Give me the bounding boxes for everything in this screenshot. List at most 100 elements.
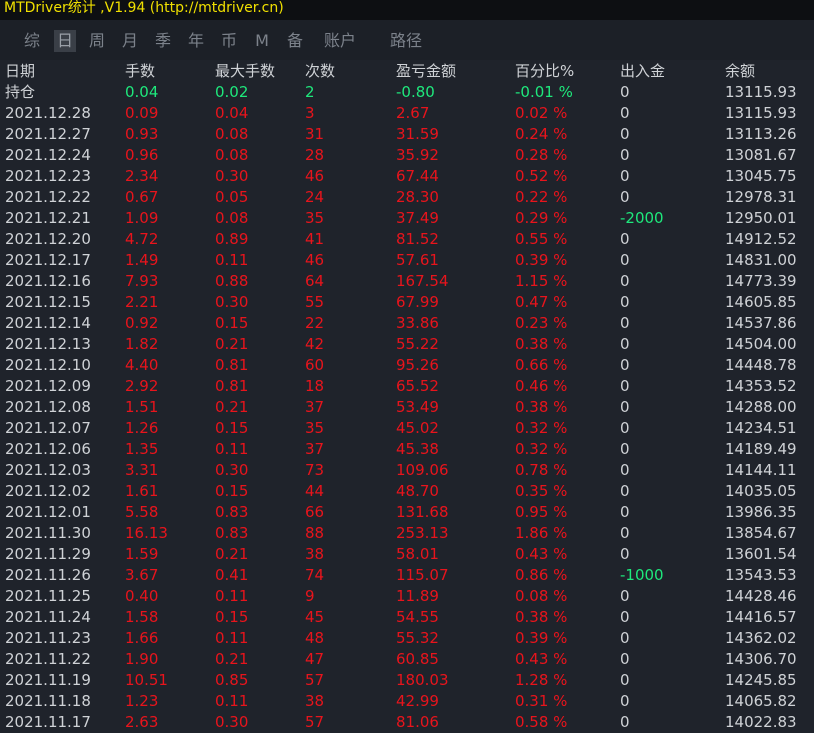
cell-deposit: 0	[620, 713, 630, 731]
cell-percent: 1.28 %	[515, 671, 568, 689]
cell-date: 2021.11.24	[5, 608, 91, 626]
cell-lots: 5.58	[125, 503, 159, 521]
cell-count: 46	[305, 167, 325, 185]
cell-date: 2021.12.02	[5, 482, 91, 500]
cell-max-lots: 0.15	[215, 419, 249, 437]
cell-count: 38	[305, 545, 325, 563]
cell-percent: 1.15 %	[515, 272, 568, 290]
cell-date: 2021.12.06	[5, 440, 91, 458]
cell-lots: 0.93	[125, 125, 159, 143]
cell-max-lots: 0.11	[215, 692, 249, 710]
cell-percent: 1.86 %	[515, 524, 568, 542]
cell-lots: 1.35	[125, 440, 159, 458]
cell-lots: 10.51	[125, 671, 168, 689]
cell-lots: 1.66	[125, 629, 159, 647]
cell-deposit: 0	[620, 167, 630, 185]
cell-date: 2021.11.23	[5, 629, 91, 647]
cell-percent: 0.38 %	[515, 608, 568, 626]
cell-deposit: -1000	[620, 566, 664, 584]
cell-percent: 0.58 %	[515, 713, 568, 731]
cell-date: 2021.12.22	[5, 188, 91, 206]
cell-date: 2021.12.23	[5, 167, 91, 185]
cell-balance: 14189.49	[725, 440, 797, 458]
cell-date: 2021.12.10	[5, 356, 91, 374]
cell-lots: 3.67	[125, 566, 159, 584]
cell-date: 持仓	[5, 83, 36, 101]
cell-profit: 55.22	[396, 335, 439, 353]
cell-percent: 0.23 %	[515, 314, 568, 332]
tab-m[interactable]: M	[251, 30, 273, 52]
cell-count: 28	[305, 146, 325, 164]
cell-balance: 13081.67	[725, 146, 797, 164]
tab-notes[interactable]: 备	[284, 30, 306, 52]
title-bar: MTDriver统计 ,V1.94 (http://mtdriver.cn)	[0, 0, 814, 20]
cell-count: 74	[305, 566, 325, 584]
cell-profit: 35.92	[396, 146, 439, 164]
cell-percent: 0.08 %	[515, 587, 568, 605]
cell-max-lots: 0.04	[215, 104, 249, 122]
cell-deposit: 0	[620, 146, 630, 164]
tab-month[interactable]: 月	[119, 30, 141, 52]
cell-count: 35	[305, 209, 325, 227]
cell-lots: 1.51	[125, 398, 159, 416]
header-balance: 余额	[725, 62, 756, 80]
cell-max-lots: 0.15	[215, 482, 249, 500]
cell-balance: 13115.93	[725, 104, 797, 122]
cell-profit: 48.70	[396, 482, 439, 500]
cell-profit: 67.44	[396, 167, 439, 185]
tab-week[interactable]: 周	[86, 30, 108, 52]
cell-date: 2021.12.28	[5, 104, 91, 122]
tab-summary[interactable]: 综	[21, 30, 43, 52]
cell-deposit: 0	[620, 482, 630, 500]
cell-balance: 13045.75	[725, 167, 797, 185]
cell-max-lots: 0.30	[215, 293, 249, 311]
cell-count: 2	[305, 83, 315, 101]
cell-count: 46	[305, 251, 325, 269]
cell-count: 48	[305, 629, 325, 647]
cell-date: 2021.12.20	[5, 230, 91, 248]
cell-max-lots: 0.85	[215, 671, 249, 689]
header-deposit: 出入金	[620, 62, 666, 80]
tab-path[interactable]: 路径	[386, 30, 426, 52]
cell-percent: 0.32 %	[515, 419, 568, 437]
tab-quarter[interactable]: 季	[152, 30, 174, 52]
cell-lots: 1.26	[125, 419, 159, 437]
cell-date: 2021.11.22	[5, 650, 91, 668]
cell-lots: 0.04	[125, 83, 159, 101]
cell-balance: 14245.85	[725, 671, 797, 689]
cell-lots: 0.40	[125, 587, 159, 605]
cell-profit: 65.52	[396, 377, 439, 395]
tab-account[interactable]: 账户	[318, 30, 362, 52]
cell-balance: 14362.02	[725, 629, 797, 647]
cell-percent: 0.39 %	[515, 629, 568, 647]
cell-deposit: 0	[620, 419, 630, 437]
cell-lots: 0.92	[125, 314, 159, 332]
cell-lots: 0.67	[125, 188, 159, 206]
cell-deposit: 0	[620, 83, 630, 101]
cell-balance: 14234.51	[725, 419, 797, 437]
cell-max-lots: 0.08	[215, 209, 249, 227]
cell-profit: 131.68	[396, 503, 449, 521]
cell-percent: 0.47 %	[515, 293, 568, 311]
cell-percent: 0.32 %	[515, 440, 568, 458]
cell-max-lots: 0.05	[215, 188, 249, 206]
cell-count: 3	[305, 104, 315, 122]
tab-day[interactable]: 日	[54, 30, 76, 52]
cell-deposit: 0	[620, 524, 630, 542]
cell-max-lots: 0.11	[215, 251, 249, 269]
cell-date: 2021.11.29	[5, 545, 91, 563]
cell-max-lots: 0.30	[215, 713, 249, 731]
tab-year[interactable]: 年	[185, 30, 207, 52]
cell-max-lots: 0.30	[215, 461, 249, 479]
cell-count: 73	[305, 461, 325, 479]
cell-profit: 55.32	[396, 629, 439, 647]
tab-currency[interactable]: 币	[218, 30, 240, 52]
cell-date: 2021.11.26	[5, 566, 91, 584]
cell-lots: 0.09	[125, 104, 159, 122]
cell-profit: 11.89	[396, 587, 439, 605]
cell-balance: 14306.70	[725, 650, 797, 668]
cell-percent: 0.43 %	[515, 545, 568, 563]
cell-deposit: 0	[620, 461, 630, 479]
cell-balance: 14605.85	[725, 293, 797, 311]
cell-profit: 81.06	[396, 713, 439, 731]
